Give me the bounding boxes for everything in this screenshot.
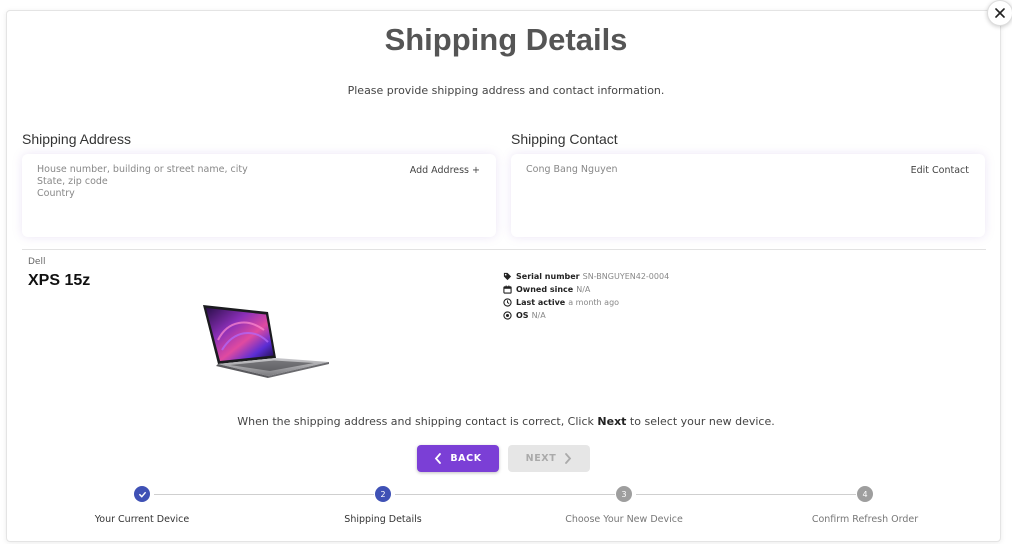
spec-key: Owned since: [516, 285, 574, 294]
edit-contact-button[interactable]: Edit Contact: [911, 165, 969, 176]
address-line: House number, building or street name, c…: [37, 164, 248, 175]
tag-icon: [503, 272, 512, 281]
spec-serial-number: Serial number SN-BNGUYEN42-0004: [503, 270, 669, 283]
clock-icon: [503, 298, 512, 307]
page-title: Shipping Details: [384, 22, 628, 57]
stepper-connector: [154, 494, 374, 495]
step-1-check-icon: [134, 486, 150, 502]
spec-os: OS N/A: [503, 309, 669, 322]
step-2-indicator: 2: [375, 486, 391, 502]
shipping-contact-label: Shipping Contact: [511, 131, 618, 147]
shipping-contact-card: Cong Bang Nguyen Edit Contact: [511, 154, 985, 237]
instruction-text: When the shipping address and shipping c…: [0, 415, 1012, 428]
spec-value: a month ago: [568, 298, 620, 307]
step-3-indicator: 3: [616, 486, 632, 502]
instruction-before: When the shipping address and shipping c…: [237, 415, 598, 428]
divider: [22, 249, 986, 250]
step-1-label: Your Current Device: [94, 514, 190, 525]
contact-name: Cong Bang Nguyen: [526, 164, 618, 175]
instruction-after: to select your new device.: [626, 415, 775, 428]
step-4-label: Confirm Refresh Order: [811, 514, 919, 525]
next-button[interactable]: NEXT: [508, 445, 590, 472]
spec-key: Serial number: [516, 272, 580, 281]
spec-key: OS: [516, 311, 529, 320]
stepper-connector: [395, 494, 615, 495]
back-button[interactable]: BACK: [417, 445, 499, 472]
device-brand: Dell: [28, 257, 46, 267]
shipping-address-card: House number, building or street name, c…: [22, 154, 496, 237]
close-icon: [995, 8, 1005, 18]
spec-key: Last active: [516, 298, 566, 307]
spec-value: SN-BNGUYEN42-0004: [582, 272, 670, 281]
spec-last-active: Last active a month ago: [503, 296, 669, 309]
address-line: Country: [37, 188, 75, 199]
spec-value: N/A: [531, 311, 546, 320]
back-button-label: BACK: [450, 453, 482, 464]
shipping-address-label: Shipping Address: [22, 131, 131, 147]
laptop-image: [203, 305, 329, 378]
address-line: State, zip code: [37, 176, 108, 187]
instruction-bold: Next: [597, 415, 627, 428]
spec-owned-since: Owned since N/A: [503, 283, 669, 296]
device-specs: Serial number SN-BNGUYEN42-0004 Owned si…: [503, 270, 669, 322]
spec-value: N/A: [576, 285, 591, 294]
page-subtitle: Please provide shipping address and cont…: [347, 84, 665, 97]
chevron-right-icon: [565, 453, 572, 464]
os-icon: [503, 311, 512, 320]
add-address-button[interactable]: Add Address +: [410, 165, 480, 176]
step-4-indicator: 4: [857, 486, 873, 502]
step-2-label: Shipping Details: [344, 514, 422, 525]
calendar-icon: [503, 285, 512, 294]
chevron-left-icon: [435, 453, 442, 464]
step-3-label: Choose Your New Device: [565, 514, 683, 525]
stepper-connector: [636, 494, 856, 495]
device-model: XPS 15z: [28, 272, 91, 289]
next-button-label: NEXT: [525, 453, 557, 464]
address-placeholder: House number, building or street name, c…: [37, 164, 248, 200]
